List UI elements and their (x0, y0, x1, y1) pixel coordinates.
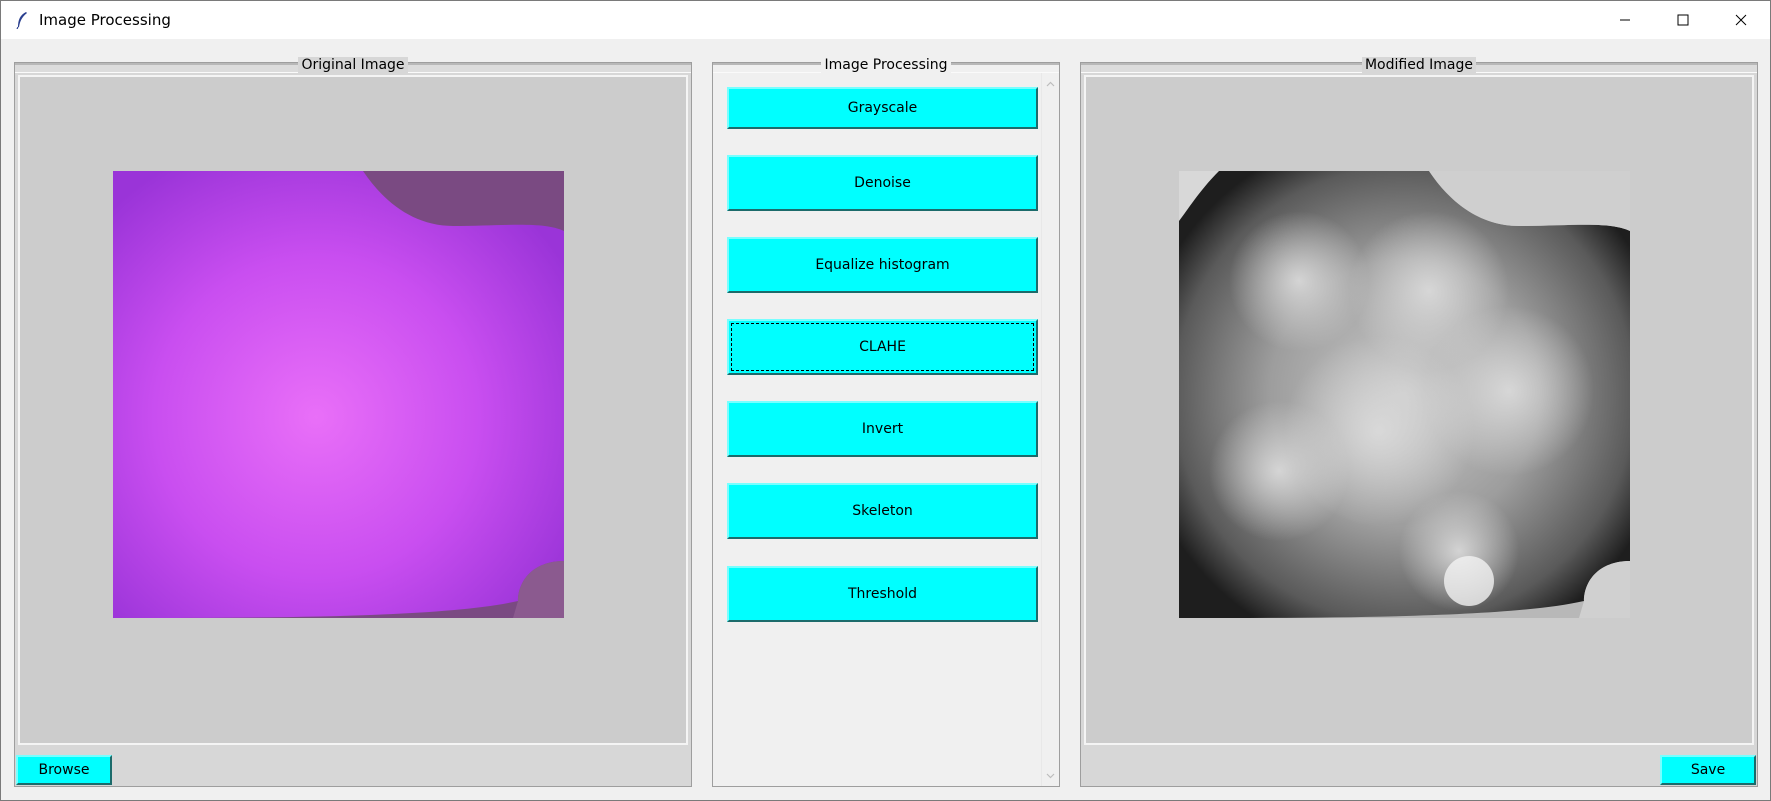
close-button[interactable] (1712, 1, 1770, 39)
modified-image (1179, 171, 1630, 618)
invert-button[interactable]: Invert (727, 401, 1038, 457)
clahe-button[interactable]: CLAHE (727, 319, 1038, 375)
minimize-icon (1620, 19, 1630, 21)
equalize-histogram-button[interactable]: Equalize histogram (727, 237, 1038, 293)
save-label: Save (1690, 762, 1726, 778)
minimize-button[interactable] (1596, 1, 1654, 39)
invert-label: Invert (861, 421, 904, 437)
focus-ring (731, 323, 1034, 371)
browse-button[interactable]: Browse (16, 755, 112, 785)
equalize-histogram-label: Equalize histogram (815, 257, 950, 273)
image-processing-title: Image Processing (821, 57, 951, 73)
original-image (113, 171, 564, 618)
save-button[interactable]: Save (1660, 755, 1756, 785)
vertical-scrollbar[interactable] (1041, 73, 1058, 786)
image-processing-panel: Image Processing Grayscale Denoise Equal… (712, 57, 1060, 787)
maximize-icon (1677, 14, 1689, 26)
app-window: Image Processing Original Image Browse I… (0, 0, 1771, 801)
threshold-label: Threshold (848, 586, 917, 602)
skeleton-label: Skeleton (852, 503, 913, 519)
denoise-button[interactable]: Denoise (727, 155, 1038, 211)
grayscale-button[interactable]: Grayscale (727, 87, 1038, 129)
browse-label: Browse (38, 762, 90, 778)
denoise-label: Denoise (854, 175, 911, 191)
maximize-button[interactable] (1654, 1, 1712, 39)
skeleton-button[interactable]: Skeleton (727, 483, 1038, 539)
original-image-panel: Original Image Browse (14, 57, 692, 787)
chevron-up-icon[interactable] (1042, 75, 1059, 92)
grayscale-label: Grayscale (847, 100, 918, 116)
title-bar[interactable]: Image Processing (1, 1, 1770, 39)
feather-icon (15, 10, 29, 30)
window-title: Image Processing (39, 11, 171, 29)
modified-image-title: Modified Image (1361, 57, 1477, 73)
threshold-button[interactable]: Threshold (727, 566, 1038, 622)
modified-image-panel: Modified Image Save (1080, 57, 1758, 787)
original-image-canvas (18, 75, 688, 745)
modified-image-canvas (1084, 75, 1754, 745)
original-image-title: Original Image (298, 57, 408, 73)
close-icon (1735, 14, 1747, 26)
chevron-down-icon[interactable] (1042, 767, 1059, 784)
